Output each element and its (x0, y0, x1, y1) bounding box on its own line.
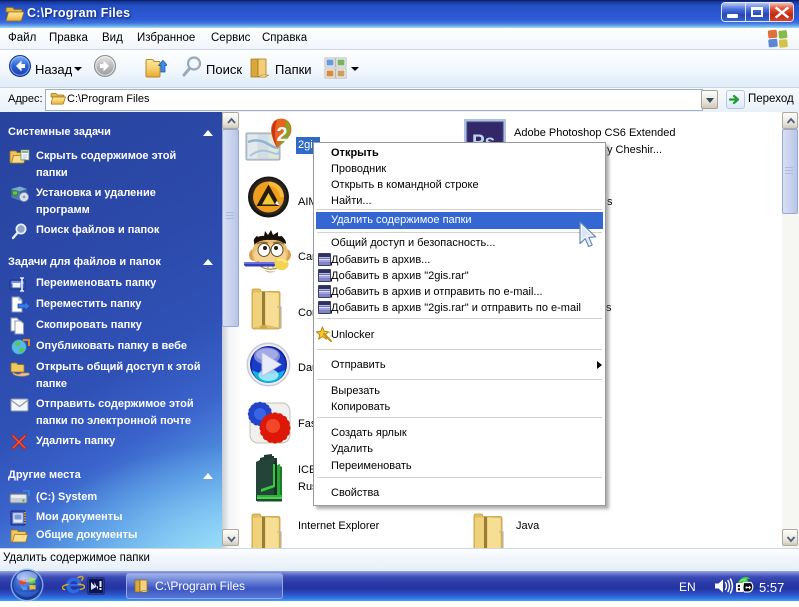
svg-text:2: 2 (276, 124, 287, 146)
